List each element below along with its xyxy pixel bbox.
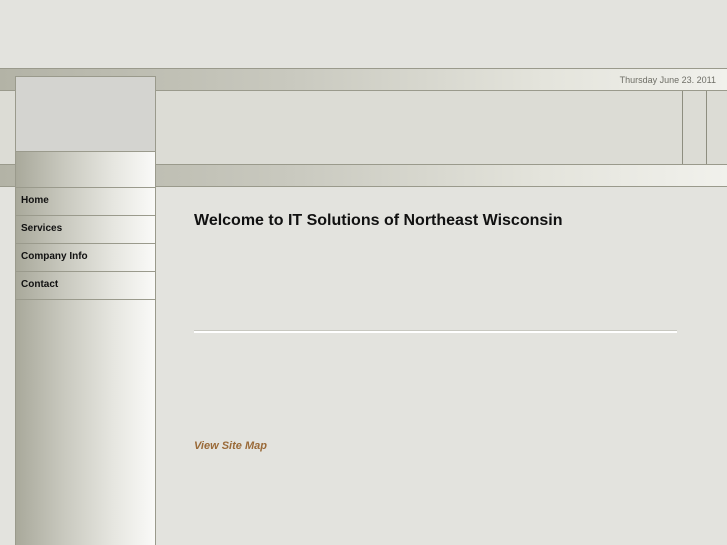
nav-item-home[interactable]: Home	[16, 188, 155, 216]
page-title: Welcome to IT Solutions of Northeast Wis…	[194, 212, 563, 229]
header-divider	[706, 91, 707, 164]
header-divider	[682, 91, 683, 164]
current-date: Thursday June 23. 2011	[619, 75, 716, 85]
nav-item-company-info[interactable]: Company Info	[16, 244, 155, 272]
logo-placeholder	[16, 76, 155, 152]
sidebar: Home Services Company Info Contact	[15, 76, 156, 545]
content-divider	[194, 330, 677, 333]
nav-item-contact[interactable]: Contact	[16, 272, 155, 300]
site-map-link[interactable]: View Site Map	[194, 440, 267, 452]
main-nav: Home Services Company Info Contact	[16, 187, 155, 300]
nav-item-services[interactable]: Services	[16, 216, 155, 244]
